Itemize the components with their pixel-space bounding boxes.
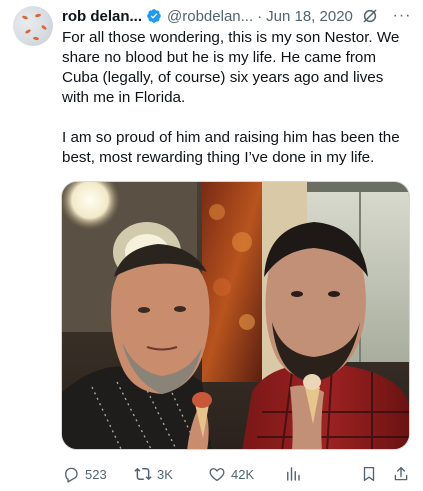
reply-count: 523 — [85, 466, 107, 482]
author-handle[interactable]: @robdelan... — [167, 8, 253, 25]
like-button[interactable]: 42K — [208, 462, 254, 486]
share-button[interactable] — [392, 462, 410, 486]
tweet[interactable]: rob delan... @robdelan... · Jun 18, 2020… — [0, 0, 423, 491]
tweet-paragraph: I am so proud of him and raising him has… — [62, 129, 400, 166]
avatar-fish — [40, 24, 48, 31]
tweet-header: rob delan... @robdelan... · Jun 18, 2020 — [62, 6, 379, 26]
bookmark-button[interactable] — [360, 462, 378, 486]
avatar[interactable] — [13, 6, 53, 46]
avatar-fish — [24, 28, 32, 35]
views-icon — [287, 467, 300, 481]
author-name[interactable]: rob delan... — [62, 8, 142, 25]
avatar-fish — [21, 15, 29, 20]
avatar-fish — [32, 36, 40, 41]
tweet-photo[interactable] — [61, 181, 410, 450]
repost-icon — [134, 467, 152, 481]
tweet-actions: 523 3K 42K — [62, 462, 412, 486]
share-icon — [394, 466, 408, 481]
tweet-date[interactable]: Jun 18, 2020 — [266, 8, 353, 25]
like-count: 42K — [231, 466, 255, 482]
repost-button[interactable]: 3K — [134, 462, 173, 486]
reply-icon — [65, 467, 78, 483]
separator-dot: · — [257, 7, 263, 25]
tweet-text: For all those wondering, this is my son … — [62, 28, 414, 168]
like-icon — [209, 468, 225, 482]
repost-count: 3K — [157, 466, 173, 482]
reply-button[interactable]: 523 — [62, 462, 107, 486]
verified-badge-icon — [147, 9, 161, 23]
photo-illustration — [62, 182, 409, 449]
views-button[interactable] — [284, 462, 302, 486]
tweet-paragraph: For all those wondering, this is my son … — [62, 29, 400, 106]
more-icon[interactable]: ··· — [392, 6, 412, 26]
grok-icon[interactable] — [361, 7, 379, 25]
avatar-fish — [34, 13, 42, 18]
bookmark-icon — [363, 466, 375, 482]
